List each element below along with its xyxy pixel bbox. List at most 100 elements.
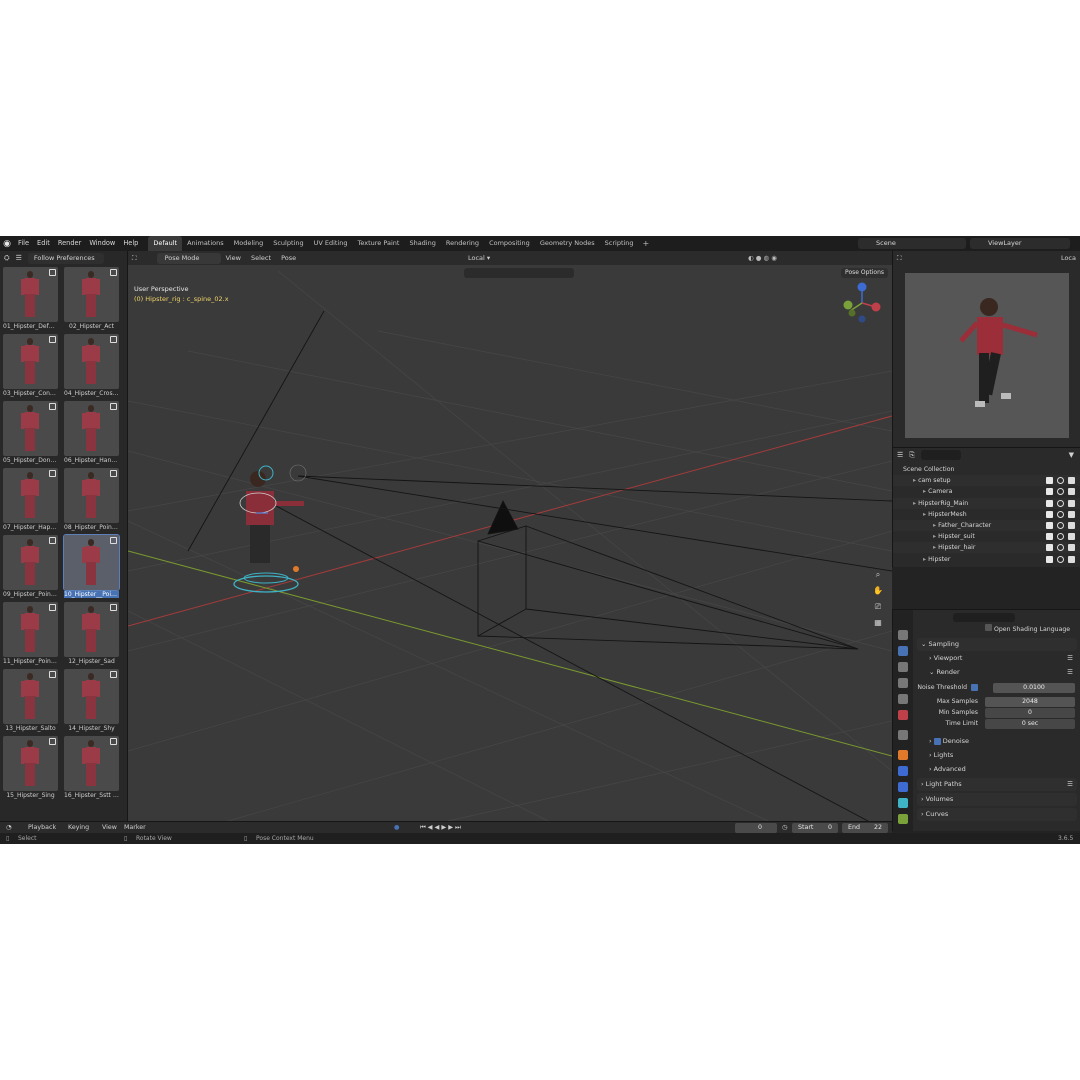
menu-window[interactable]: Window: [85, 236, 119, 251]
asset-library-dropdown[interactable]: Follow Preferences: [27, 252, 104, 264]
advanced-subpanel-header[interactable]: › Advanced: [917, 763, 1077, 776]
3d-viewport[interactable]: ⛶ Pose Mode View Select Pose Local ▾ ◐ ●…: [128, 251, 892, 821]
noise-threshold-checkbox[interactable]: [971, 684, 978, 691]
max-samples-field[interactable]: 2048: [985, 697, 1075, 707]
time-limit-row[interactable]: Time Limit 0 sec: [917, 719, 1077, 729]
edit-pose-icon[interactable]: [49, 470, 56, 477]
add-workspace-icon[interactable]: +: [639, 239, 654, 248]
noise-threshold-row[interactable]: Noise Threshold 0.0100: [917, 683, 1077, 693]
editor-type-icon[interactable]: ⛭: [4, 254, 10, 263]
hamburger-icon[interactable]: ☰: [16, 254, 22, 262]
outliner-row[interactable]: ▸ cam setup: [893, 475, 1080, 487]
exclude-checkbox[interactable]: [1046, 510, 1053, 518]
current-frame-field[interactable]: 0: [735, 823, 777, 833]
outliner-row[interactable]: ▸ Father_Character: [893, 520, 1080, 531]
properties-search-input[interactable]: [953, 613, 1015, 622]
min-samples-row[interactable]: Min Samples 0: [917, 708, 1077, 718]
open-shading-language-row[interactable]: Open Shading Language: [917, 624, 1077, 634]
asset-thumbnail[interactable]: 14_Hipster_Shy: [64, 669, 119, 735]
display-mode-icon[interactable]: ⎘: [909, 451, 915, 460]
editor-type-icon[interactable]: ☰: [897, 451, 903, 459]
denoise-checkbox[interactable]: [933, 737, 941, 745]
visibility-eye-icon[interactable]: [1057, 522, 1064, 529]
exclude-checkbox[interactable]: [1046, 544, 1053, 552]
exclude-checkbox[interactable]: [1046, 522, 1053, 529]
edit-pose-icon[interactable]: [49, 604, 56, 611]
volumes-panel-header[interactable]: › Volumes: [917, 793, 1077, 806]
visibility-eye-icon[interactable]: [1057, 510, 1064, 518]
navigation-gizmo[interactable]: [840, 281, 884, 325]
menu-help[interactable]: Help: [119, 236, 142, 251]
menu-select[interactable]: Select: [246, 254, 276, 262]
menu-edit[interactable]: Edit: [33, 236, 54, 251]
orientation-dropdown[interactable]: Local ▾: [468, 254, 490, 262]
outliner-row[interactable]: ▸ HipsterMesh: [893, 509, 1080, 520]
edit-pose-icon[interactable]: [110, 537, 117, 544]
render-camera-icon[interactable]: [1068, 544, 1075, 552]
asset-thumbnail[interactable]: 11_Hipster_Pointi...: [3, 602, 58, 668]
tab-shading[interactable]: Shading: [404, 236, 440, 251]
edit-pose-icon[interactable]: [49, 269, 56, 276]
visibility-eye-icon[interactable]: [1057, 488, 1064, 496]
edit-pose-icon[interactable]: [49, 537, 56, 544]
menu-render[interactable]: Render: [54, 236, 85, 251]
sampling-panel-header[interactable]: ⌄ Sampling: [917, 638, 1077, 651]
edit-pose-icon[interactable]: [110, 269, 117, 276]
asset-thumbnail[interactable]: 16_Hipster_Sstt 01: [64, 736, 119, 802]
render-camera-icon[interactable]: [1068, 533, 1075, 541]
render-camera-icon[interactable]: [1068, 510, 1075, 518]
visibility-eye-icon[interactable]: [1057, 555, 1064, 563]
outliner-row[interactable]: ▸ Camera: [893, 486, 1080, 497]
asset-thumbnail[interactable]: 03_Hipster_Confu...: [3, 334, 58, 400]
end-frame-field[interactable]: End 22: [842, 823, 888, 833]
tab-compositing[interactable]: Compositing: [484, 236, 535, 251]
exclude-checkbox[interactable]: [1046, 488, 1053, 496]
data-tab-icon[interactable]: [898, 814, 908, 824]
visibility-eye-icon[interactable]: [1057, 477, 1064, 485]
light-paths-panel-header[interactable]: › Light Paths ☰: [917, 778, 1077, 791]
render-camera-icon[interactable]: [1068, 522, 1075, 529]
render-camera-icon[interactable]: [1068, 488, 1075, 496]
edit-pose-icon[interactable]: [110, 671, 117, 678]
modifier-tab-icon[interactable]: [898, 766, 908, 776]
asset-thumbnail[interactable]: 05_Hipster_Dont ...: [3, 401, 58, 467]
asset-thumbnail[interactable]: 08_Hipster_Pointi...: [64, 468, 119, 534]
edit-pose-icon[interactable]: [49, 738, 56, 745]
outliner-row[interactable]: ▸ Hipster: [893, 554, 1080, 565]
visibility-eye-icon[interactable]: [1057, 544, 1064, 552]
asset-thumbnail[interactable]: 01_Hipster_Default: [3, 267, 58, 333]
time-limit-field[interactable]: 0 sec: [985, 719, 1075, 729]
tab-scripting[interactable]: Scripting: [600, 236, 639, 251]
edit-pose-icon[interactable]: [110, 336, 117, 343]
edit-pose-icon[interactable]: [49, 403, 56, 410]
tab-texture-paint[interactable]: Texture Paint: [353, 236, 405, 251]
pose-options-button[interactable]: Pose Options: [841, 268, 888, 278]
exclude-checkbox[interactable]: [1046, 555, 1053, 563]
edit-pose-icon[interactable]: [110, 604, 117, 611]
asset-thumbnail[interactable]: 12_Hipster_Sad: [64, 602, 119, 668]
editor-type-icon[interactable]: ⛶: [897, 254, 902, 263]
render-camera-icon[interactable]: [1068, 555, 1075, 563]
outliner-row[interactable]: ▸ Hipster_hair: [893, 542, 1080, 554]
scene-tab-icon[interactable]: [898, 694, 908, 704]
presets-icon[interactable]: ☰: [1067, 778, 1073, 791]
tab-default[interactable]: Default: [148, 236, 183, 251]
render-tab-icon[interactable]: [898, 646, 908, 656]
curves-panel-header[interactable]: › Curves: [917, 808, 1077, 821]
edit-pose-icon[interactable]: [49, 671, 56, 678]
view-layer-tab-icon[interactable]: [898, 678, 908, 688]
menu-file[interactable]: File: [14, 236, 33, 251]
mode-dropdown[interactable]: Pose Mode: [156, 252, 221, 264]
edit-pose-icon[interactable]: [49, 336, 56, 343]
asset-thumbnail[interactable]: 07_Hipster_Happ...: [3, 468, 58, 534]
presets-icon[interactable]: ☰: [1067, 652, 1073, 665]
asset-thumbnail[interactable]: 09_Hipster_Pointi...: [3, 535, 58, 601]
output-tab-icon[interactable]: [898, 662, 908, 672]
render-camera-icon[interactable]: [1068, 499, 1075, 507]
exclude-checkbox[interactable]: [1046, 477, 1053, 485]
tab-geometry-nodes[interactable]: Geometry Nodes: [535, 236, 600, 251]
asset-thumbnail[interactable]: 02_Hipster_Act: [64, 267, 119, 333]
viewport-search-input[interactable]: [464, 268, 574, 278]
view-layer-selector[interactable]: ViewLayer: [970, 238, 1070, 249]
menu-pose[interactable]: Pose: [276, 254, 301, 262]
